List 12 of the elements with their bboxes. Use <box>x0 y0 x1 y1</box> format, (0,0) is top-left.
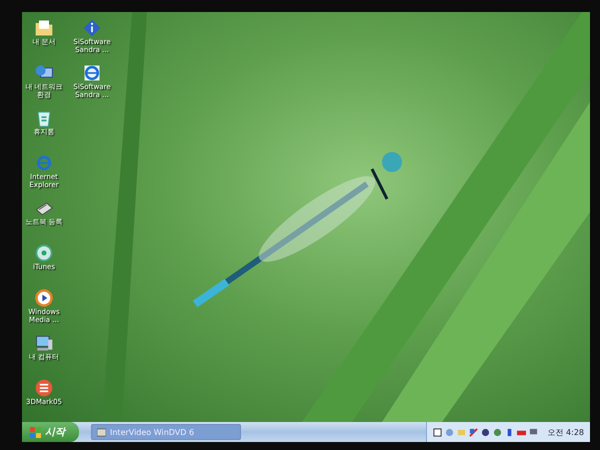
clock[interactable]: 오전 4:28 <box>547 426 584 438</box>
folder-icon[interactable] <box>34 18 54 38</box>
play-icon[interactable] <box>34 288 54 308</box>
benchmark-icon[interactable] <box>34 378 54 398</box>
windows-flag-icon <box>30 426 41 438</box>
browser-icon[interactable] <box>82 63 102 83</box>
info-icon[interactable] <box>82 18 102 38</box>
music-disc-icon[interactable] <box>34 243 54 263</box>
computer-icon[interactable] <box>34 333 54 353</box>
app-icon <box>97 428 106 436</box>
start-button[interactable]: 시작 <box>22 422 79 442</box>
taskbar-button[interactable]: InterVideo WinDVD 6 <box>91 424 241 440</box>
